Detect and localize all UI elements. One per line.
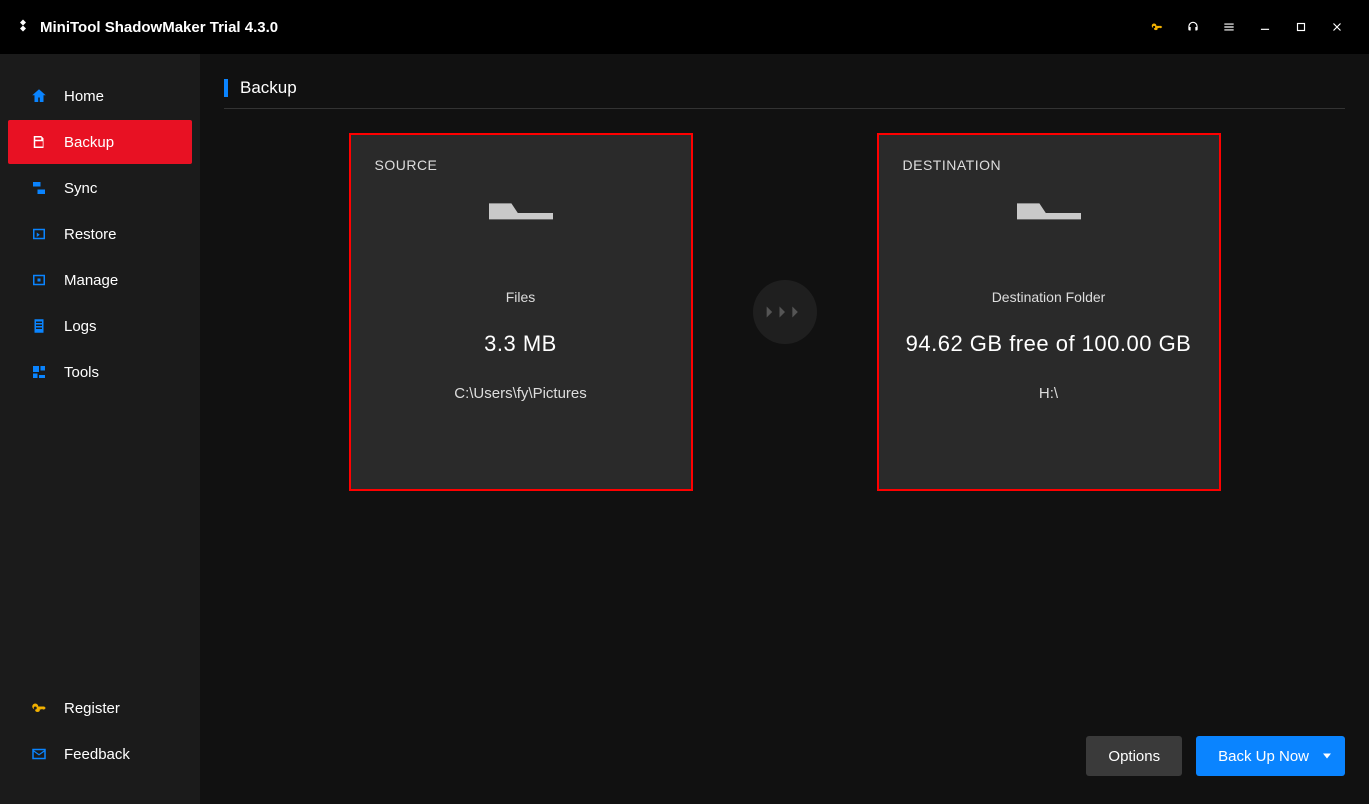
destination-space: 94.62 GB free of 100.00 GB xyxy=(903,331,1195,357)
source-path: C:\Users\fy\Pictures xyxy=(375,385,667,402)
arrow-icon xyxy=(753,280,817,344)
page-header: Backup xyxy=(224,78,1345,109)
headphones-icon[interactable] xyxy=(1175,13,1211,41)
sidebar-item-label: Home xyxy=(64,88,104,105)
backup-cards: SOURCE Files 3.3 MB C:\Users\fy\Pictures… xyxy=(224,133,1345,491)
sidebar-item-label: Tools xyxy=(64,364,99,381)
main-panel: Backup SOURCE Files 3.3 MB C:\Users\fy\P… xyxy=(200,54,1369,804)
sidebar-item-label: Feedback xyxy=(64,746,130,763)
home-icon xyxy=(28,85,50,107)
restore-icon xyxy=(28,223,50,245)
folder-icon xyxy=(375,197,667,261)
destination-type: Destination Folder xyxy=(903,289,1195,305)
sync-icon xyxy=(28,177,50,199)
sidebar-item-tools[interactable]: Tools xyxy=(8,350,192,394)
sidebar-item-sync[interactable]: Sync xyxy=(8,166,192,210)
destination-path: H:\ xyxy=(903,385,1195,402)
app-logo-icon xyxy=(14,18,32,36)
sidebar-item-label: Register xyxy=(64,700,120,717)
logs-icon xyxy=(28,315,50,337)
sidebar-item-backup[interactable]: Backup xyxy=(8,120,192,164)
sidebar-item-restore[interactable]: Restore xyxy=(8,212,192,256)
sidebar-item-register[interactable]: Register xyxy=(8,686,192,730)
maximize-icon[interactable] xyxy=(1283,13,1319,41)
manage-icon xyxy=(28,269,50,291)
sidebar-item-home[interactable]: Home xyxy=(8,74,192,118)
minimize-icon[interactable] xyxy=(1247,13,1283,41)
sidebar-item-label: Restore xyxy=(64,226,117,243)
folder-icon xyxy=(903,197,1195,261)
menu-icon[interactable] xyxy=(1211,13,1247,41)
source-card[interactable]: SOURCE Files 3.3 MB C:\Users\fy\Pictures xyxy=(349,133,693,491)
register-key-icon[interactable] xyxy=(1139,13,1175,41)
sidebar: Home Backup Sync Restore Manage Logs xyxy=(0,54,200,804)
close-icon[interactable] xyxy=(1319,13,1355,41)
sidebar-item-label: Sync xyxy=(64,180,97,197)
accent-bar xyxy=(224,79,228,97)
sidebar-item-label: Logs xyxy=(64,318,97,335)
footer: Options Back Up Now xyxy=(224,736,1345,780)
app-title: MiniTool ShadowMaker Trial 4.3.0 xyxy=(40,19,278,36)
source-size: 3.3 MB xyxy=(375,331,667,357)
page-title: Backup xyxy=(240,78,297,98)
tools-icon xyxy=(28,361,50,383)
destination-card[interactable]: DESTINATION Destination Folder 94.62 GB … xyxy=(877,133,1221,491)
backup-now-button[interactable]: Back Up Now xyxy=(1196,736,1345,776)
sidebar-item-label: Manage xyxy=(64,272,118,289)
destination-heading: DESTINATION xyxy=(903,157,1195,173)
sidebar-item-logs[interactable]: Logs xyxy=(8,304,192,348)
source-heading: SOURCE xyxy=(375,157,667,173)
options-button[interactable]: Options xyxy=(1086,736,1182,776)
app-body: Home Backup Sync Restore Manage Logs xyxy=(0,54,1369,804)
backup-icon xyxy=(28,131,50,153)
sidebar-item-feedback[interactable]: Feedback xyxy=(8,732,192,776)
titlebar: MiniTool ShadowMaker Trial 4.3.0 xyxy=(0,0,1369,54)
sidebar-item-label: Backup xyxy=(64,134,114,151)
mail-icon xyxy=(28,743,50,765)
source-type: Files xyxy=(375,289,667,305)
key-icon xyxy=(28,697,50,719)
sidebar-item-manage[interactable]: Manage xyxy=(8,258,192,302)
